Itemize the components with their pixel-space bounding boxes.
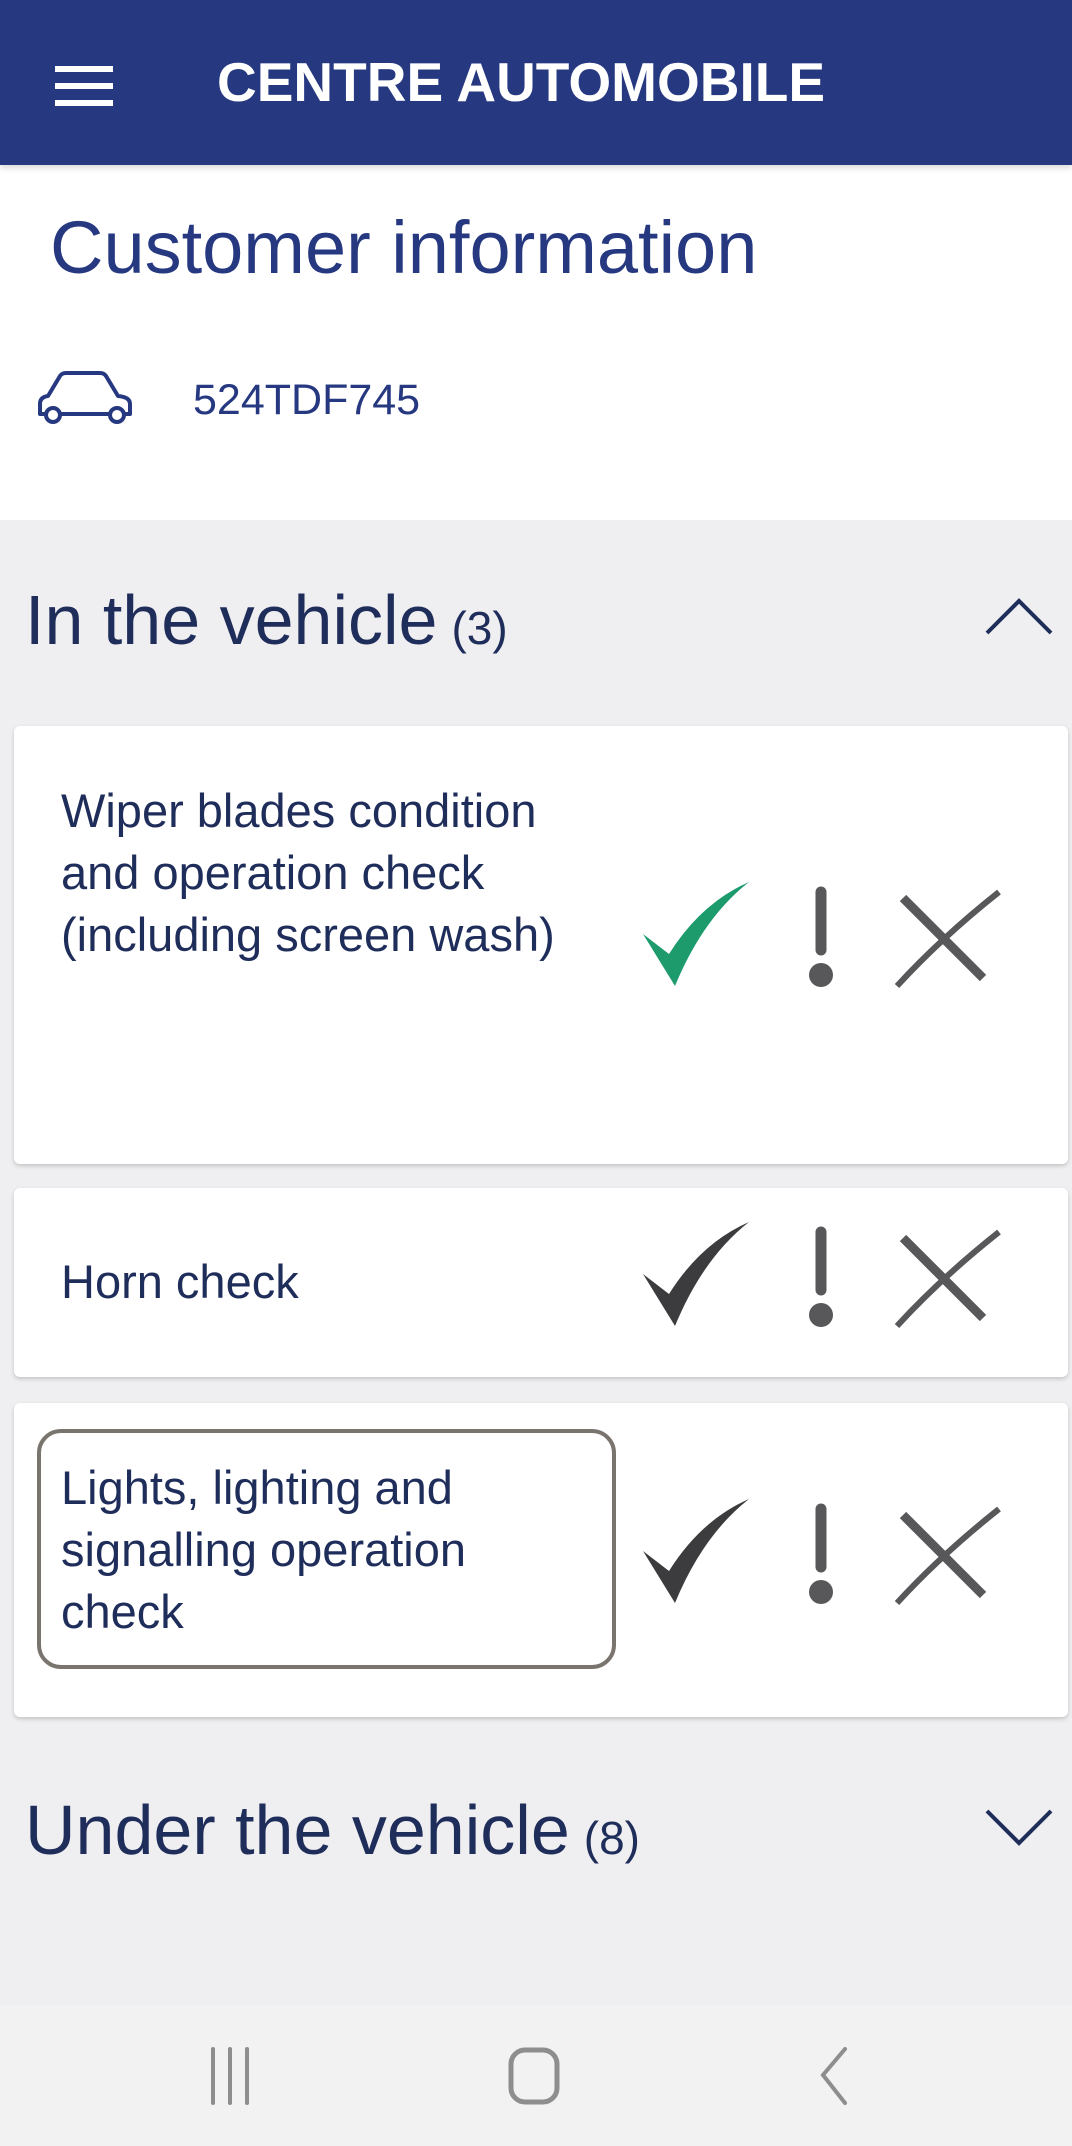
section-title: In the vehicle [25,581,438,659]
section-title: Under the vehicle [25,1791,570,1869]
license-plate: 524TDF745 [193,376,421,424]
chevron-up-icon[interactable] [984,596,1054,636]
system-nav-bar [0,2005,1072,2146]
section-count: (3) [451,602,508,654]
car-icon [38,371,132,424]
section-count: (8) [583,1812,640,1864]
section-under-the-vehicle[interactable]: Under the vehicle (8) [0,1732,1072,2005]
item-label: Lights, lighting and signalling operatio… [61,1461,467,1638]
check-icon[interactable] [641,1218,751,1328]
app-bar: CENTRE AUTOMOBILE [0,0,1072,165]
checklist-item: Horn check [14,1188,1068,1377]
page-title: Customer information [50,206,758,289]
back-icon[interactable] [815,2045,855,2107]
checklist-item: Lights, lighting and signalling operatio… [14,1403,1068,1717]
hamburger-menu-icon[interactable] [55,66,113,106]
chevron-down-icon[interactable] [984,1808,1054,1848]
exclamation-icon[interactable] [766,1218,876,1328]
exclamation-icon[interactable] [766,878,876,988]
cross-icon[interactable] [891,1218,1001,1328]
home-icon[interactable] [506,2045,562,2107]
item-label: Horn check [61,1255,299,1308]
check-icon[interactable] [641,878,751,988]
cross-icon[interactable] [891,878,1001,988]
check-icon[interactable] [641,1495,751,1605]
app-title: CENTRE AUTOMOBILE [217,51,826,113]
exclamation-icon[interactable] [766,1495,876,1605]
item-label: Wiper blades condition and operation che… [61,784,555,961]
checklist-item: Wiper blades condition and operation che… [14,726,1068,1164]
section-in-the-vehicle[interactable]: In the vehicle (3) [0,520,1072,712]
customer-info-panel: Customer information [0,165,1072,520]
cross-icon[interactable] [891,1495,1001,1605]
recent-apps-icon[interactable] [205,2045,255,2107]
